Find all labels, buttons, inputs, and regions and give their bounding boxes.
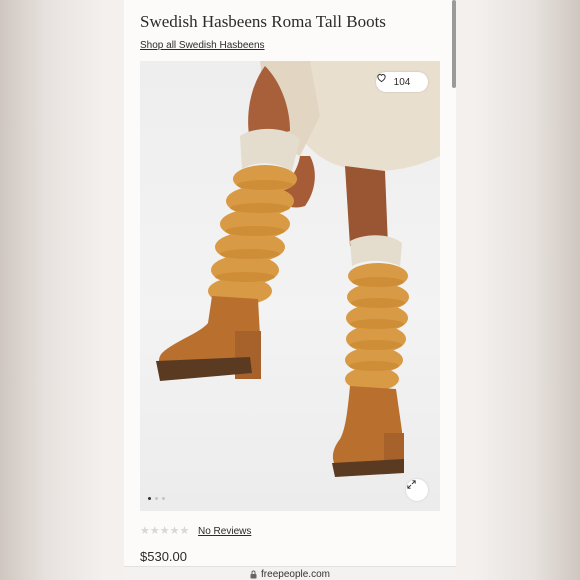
expand-image-button[interactable]	[406, 479, 428, 501]
like-button[interactable]: 104	[376, 72, 428, 92]
reviews-link[interactable]: No Reviews	[198, 526, 251, 537]
product-image[interactable]: 104	[140, 61, 440, 511]
boots-illustration	[156, 61, 440, 477]
gallery-dot[interactable]	[162, 497, 165, 500]
gallery-dot[interactable]	[148, 497, 151, 500]
browser-url-bar[interactable]: freepeople.com	[124, 566, 456, 580]
product-price: $530.00	[140, 549, 187, 564]
like-count: 104	[393, 76, 411, 88]
scrollbar[interactable]	[452, 0, 456, 88]
product-page: Swedish Hasbeens Roma Tall Boots Shop al…	[124, 0, 456, 580]
product-title: Swedish Hasbeens Roma Tall Boots	[140, 12, 386, 31]
heart-icon	[377, 74, 386, 83]
gallery-dot[interactable]	[155, 497, 158, 500]
lock-icon	[250, 570, 257, 578]
expand-icon	[407, 480, 416, 489]
url-text: freepeople.com	[261, 568, 330, 580]
gallery-pagination	[148, 497, 165, 500]
rating-stars: ★★★★★	[140, 525, 190, 537]
shop-brand-link[interactable]: Shop all Swedish Hasbeens	[140, 40, 265, 51]
